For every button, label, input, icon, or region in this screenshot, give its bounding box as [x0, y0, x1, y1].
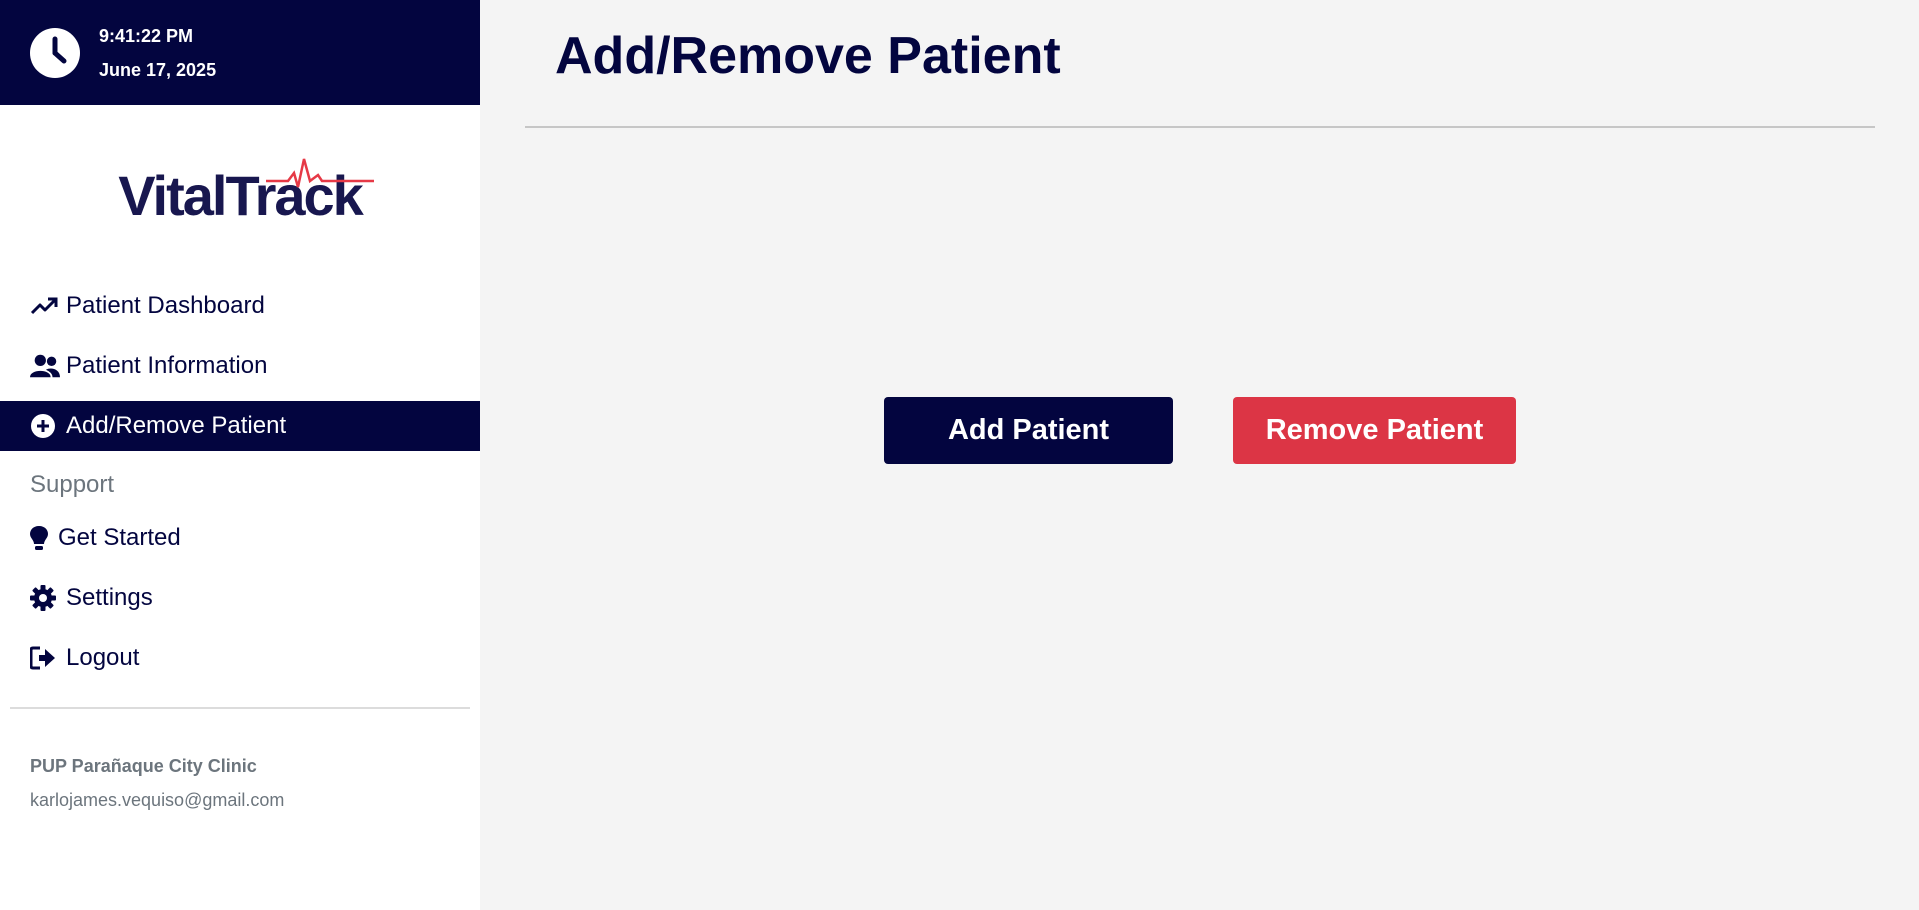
sidebar-footer: PUP Parañaque City Clinic karlojames.veq…	[0, 749, 480, 817]
logo-text: VitalTrack	[118, 158, 375, 228]
vitaltrack-logo: VitalTrack	[0, 155, 480, 235]
sidebar-divider	[10, 707, 470, 709]
nav-item-label: Patient Information	[66, 352, 268, 379]
clock-date: June 17, 2025	[99, 59, 217, 80]
nav-item-label: Add/Remove Patient	[66, 412, 287, 439]
gear-icon	[30, 585, 60, 611]
support-section-label: Support	[30, 471, 115, 498]
title-divider	[525, 126, 1875, 128]
remove-patient-button[interactable]: Remove Patient	[1233, 397, 1516, 464]
user-email: karlojames.vequiso@gmail.com	[30, 790, 285, 810]
clock-icon	[29, 27, 81, 79]
nav-item-label: Settings	[66, 584, 153, 611]
add-patient-button[interactable]: Add Patient	[884, 397, 1173, 464]
nav-item-get-started[interactable]: Get Started	[0, 513, 480, 563]
nav-item-label: Patient Dashboard	[66, 292, 265, 319]
logout-icon	[30, 646, 60, 670]
nav-item-label: Logout	[66, 644, 140, 671]
patient-actions: Add Patient Remove Patient	[884, 397, 1516, 464]
clinic-name: PUP Parañaque City Clinic	[30, 756, 257, 776]
clock-time: 9:41:22 PM	[99, 25, 194, 46]
nav-item-add-remove-patient[interactable]: Add/Remove Patient	[0, 401, 480, 451]
users-icon	[30, 353, 60, 379]
heartbeat-icon	[266, 158, 375, 187]
lightbulb-icon	[30, 525, 52, 551]
nav-item-label: Get Started	[58, 524, 181, 551]
page-title: Add/Remove Patient	[555, 27, 1061, 85]
plus-circle-icon	[30, 413, 60, 439]
nav-item-patient-dashboard[interactable]: Patient Dashboard	[0, 281, 480, 331]
main-content: Add/Remove Patient Add Patient Remove Pa…	[480, 0, 1919, 910]
main-nav: Patient Dashboard Patient Information Ad…	[0, 281, 480, 451]
sidebar: 9:41:22 PM June 17, 2025 VitalTrack Pati…	[0, 0, 480, 910]
clock-text: 9:41:22 PM June 17, 2025	[99, 19, 216, 87]
trending-up-icon	[30, 296, 60, 316]
nav-item-logout[interactable]: Logout	[0, 633, 480, 683]
clock-bar: 9:41:22 PM June 17, 2025	[0, 0, 480, 105]
nav-item-patient-information[interactable]: Patient Information	[0, 341, 480, 391]
nav-item-settings[interactable]: Settings	[0, 573, 480, 623]
app-root: 9:41:22 PM June 17, 2025 VitalTrack Pati…	[0, 0, 1919, 910]
